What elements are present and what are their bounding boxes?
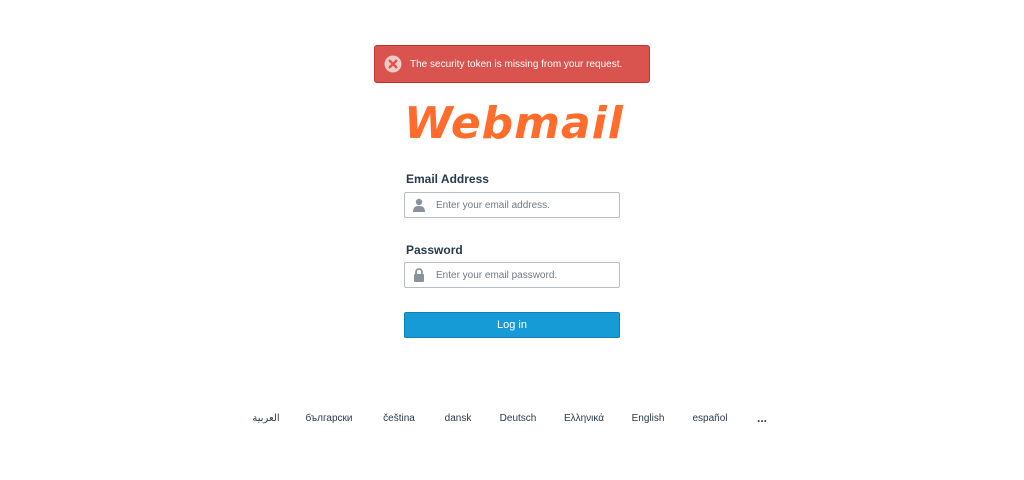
password-field-box[interactable] — [404, 262, 620, 288]
lang-german[interactable]: Deutsch — [500, 413, 537, 424]
password-input[interactable] — [433, 269, 616, 281]
login-button[interactable]: Log in — [404, 312, 620, 338]
lang-bulgarian[interactable]: български — [306, 413, 353, 424]
lang-arabic[interactable]: العربية — [252, 413, 279, 424]
error-alert: The security token is missing from your … — [374, 45, 650, 83]
email-label: Email Address — [406, 172, 489, 186]
lang-czech[interactable]: čeština — [383, 413, 415, 424]
webmail-logo: Webmail — [398, 98, 630, 149]
lang-english[interactable]: English — [632, 413, 665, 424]
error-message: The security token is missing from your … — [410, 58, 623, 70]
error-circle-icon — [384, 55, 402, 73]
password-label: Password — [406, 243, 463, 257]
email-field-box[interactable] — [404, 192, 620, 218]
login-page: The security token is missing from your … — [0, 0, 1024, 480]
lock-icon — [405, 263, 433, 287]
more-languages-button[interactable]: ... — [757, 411, 767, 425]
lang-greek[interactable]: Ελληνικά — [564, 413, 604, 424]
logo-text: Webmail — [404, 98, 624, 144]
lang-spanish[interactable]: español — [692, 413, 727, 424]
lang-danish[interactable]: dansk — [445, 413, 472, 424]
email-input[interactable] — [433, 199, 616, 211]
user-icon — [405, 193, 433, 217]
